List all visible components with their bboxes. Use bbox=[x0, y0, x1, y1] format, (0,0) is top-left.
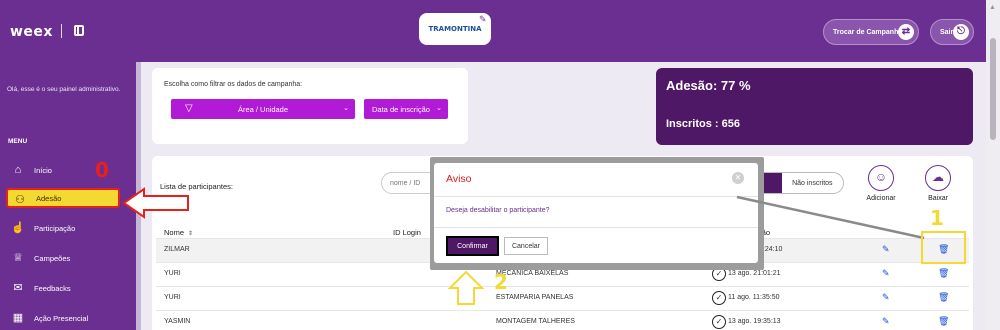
yellow-arrow bbox=[447, 270, 485, 305]
step-0-label: 0 bbox=[95, 158, 109, 182]
connector-line bbox=[736, 195, 925, 240]
red-arrow bbox=[122, 187, 189, 219]
step-1-label: 1 bbox=[930, 206, 944, 230]
trash-highlight-box bbox=[921, 231, 966, 264]
step-2-label: 2 bbox=[494, 270, 508, 294]
